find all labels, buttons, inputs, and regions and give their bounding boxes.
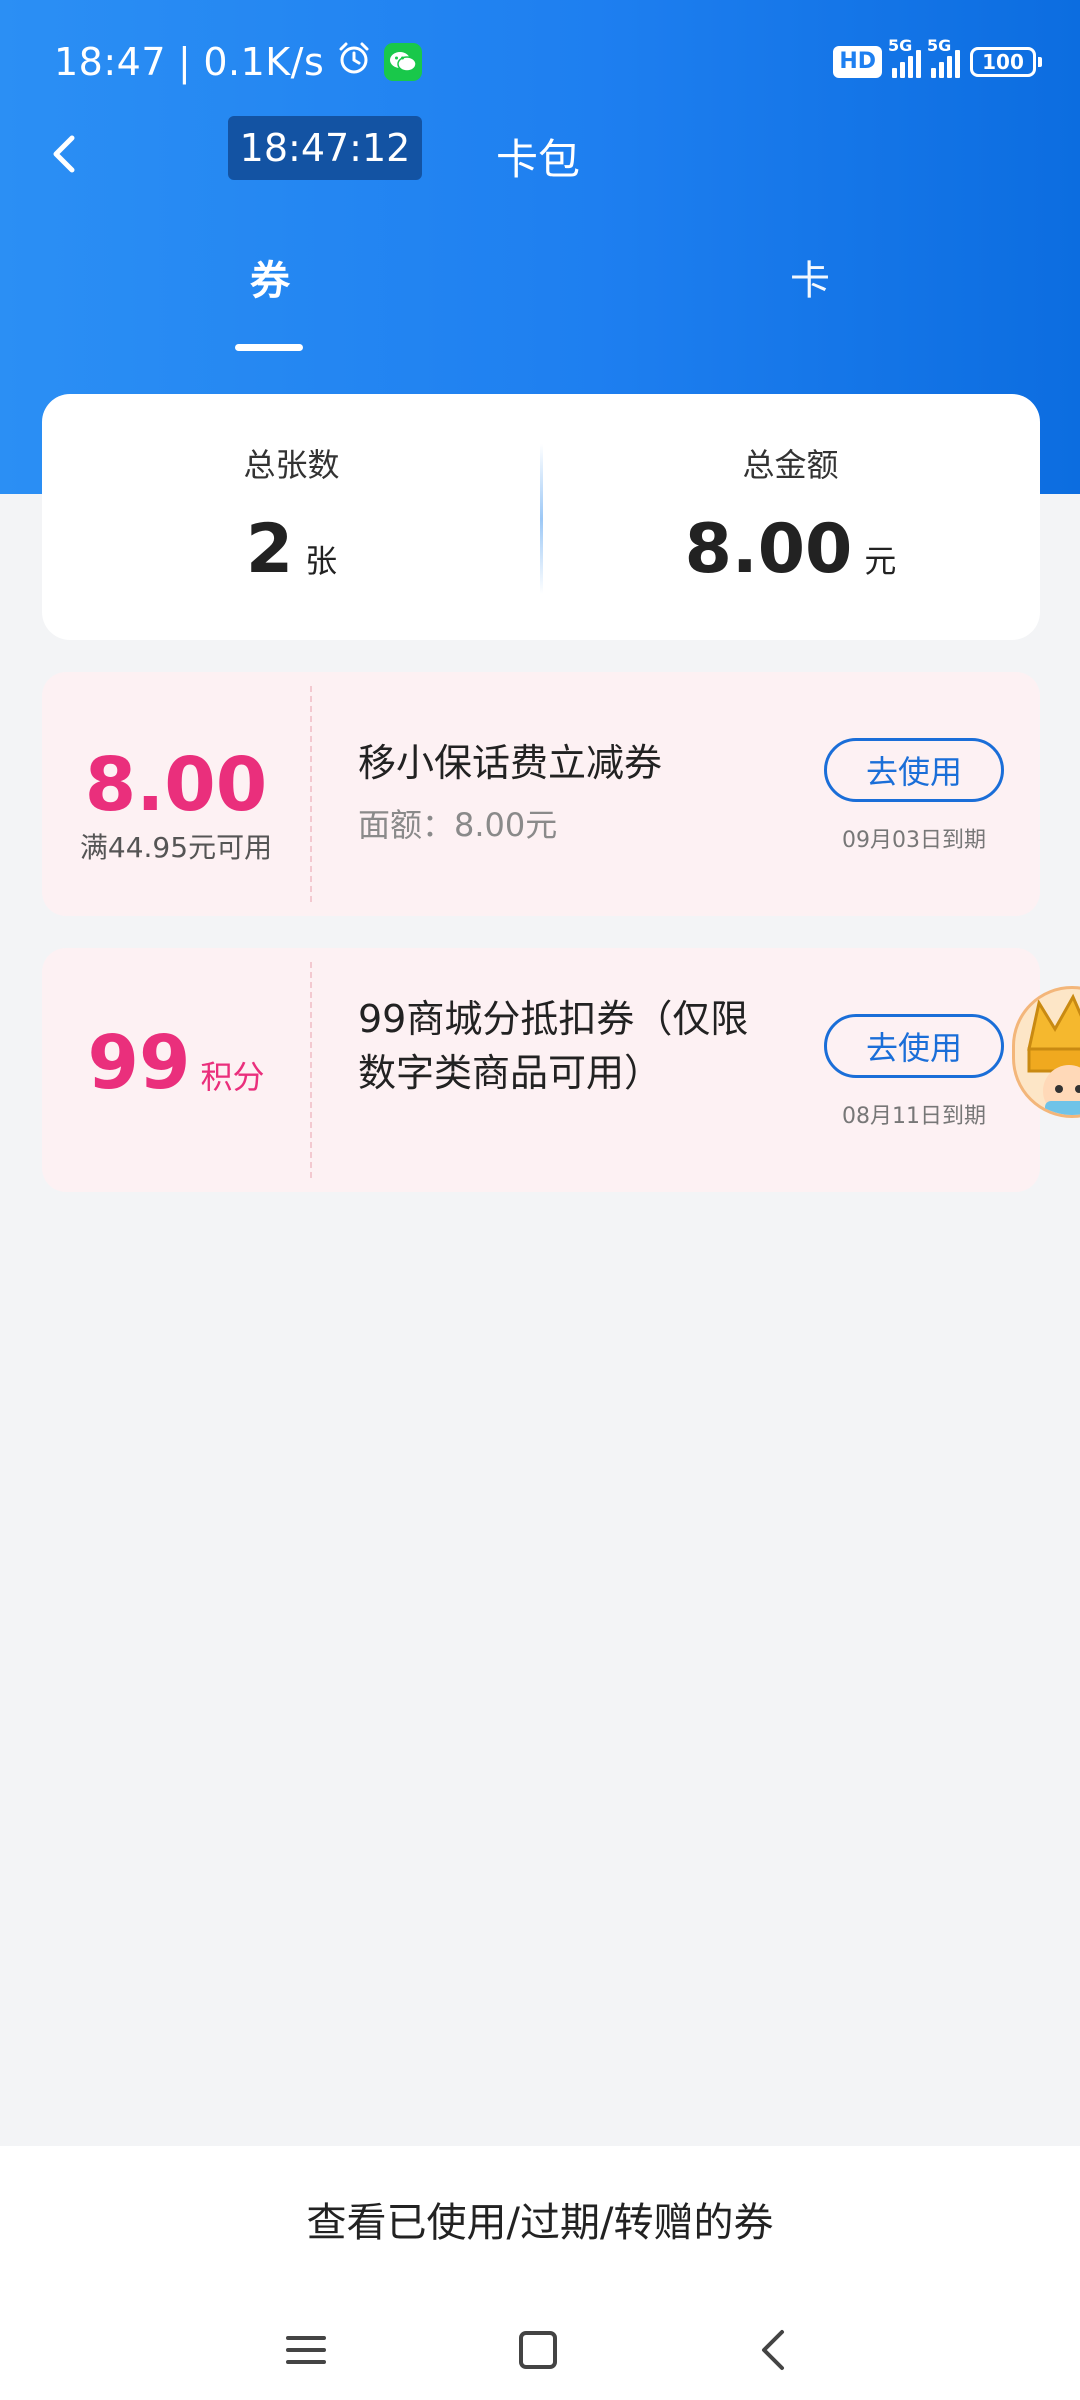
alarm-icon — [336, 40, 372, 85]
bottom-bar: 查看已使用/过期/转赠的券 — [0, 2146, 1080, 2400]
card-wallet-page: 18:47 | 0.1K/s HD 5G 5G 100 18:47:12 卡包 … — [0, 0, 1080, 2400]
network-speed: 0.1K/s — [203, 40, 325, 84]
wechat-icon — [384, 43, 423, 81]
system-back-button[interactable] — [744, 2320, 804, 2380]
summary-card: 总张数 2 张 总金额 8.00 元 — [42, 394, 1040, 640]
coupon-value-area: 99 积分 — [42, 948, 310, 1192]
chevron-left-icon — [762, 2330, 784, 2370]
page-title: 卡包 — [496, 135, 581, 184]
coupon-amount-unit: 积分 — [200, 1058, 265, 1096]
battery-icon: 100 — [970, 47, 1042, 77]
total-amount-label: 总金额 — [742, 446, 839, 484]
coupon-amount: 99 — [87, 1020, 191, 1106]
menu-icon — [286, 2336, 326, 2364]
system-navigation-bar — [0, 2306, 1080, 2386]
coupon-amount: 8.00 — [84, 742, 268, 828]
coupon-title: 移小保话费立减券 — [358, 741, 663, 785]
total-count: 总张数 2 张 — [42, 394, 541, 640]
status-bar: 18:47 | 0.1K/s HD 5G 5G 100 — [0, 0, 1080, 124]
status-right: HD 5G 5G 100 — [833, 36, 1042, 84]
coupon-face-value: 面额：8.00元 — [358, 806, 558, 844]
status-left: 18:47 | 0.1K/s — [54, 34, 423, 90]
coupon-separator — [310, 962, 312, 1178]
back-button[interactable] — [36, 124, 96, 184]
tab-bar: 券 卡 — [0, 248, 1080, 358]
total-count-label: 总张数 — [243, 446, 340, 484]
coupon-points-group: 99 积分 — [42, 1020, 310, 1106]
signal-icon-sim2: 5G — [927, 36, 960, 78]
recent-apps-button[interactable] — [276, 2320, 336, 2380]
tab-coupons[interactable]: 券 — [210, 248, 330, 358]
status-divider: | — [178, 40, 192, 84]
coupon-value-area: 8.00 满44.95元可用 — [42, 672, 310, 916]
sim2-network-label: 5G — [927, 36, 952, 55]
home-button[interactable] — [508, 2320, 568, 2380]
signal-icon-sim1: 5G — [888, 36, 921, 78]
time-chip: 18:47:12 — [228, 116, 422, 180]
status-time: 18:47 — [54, 40, 167, 84]
total-amount-unit: 元 — [864, 542, 897, 580]
use-coupon-button[interactable]: 去使用 — [824, 1014, 1004, 1078]
sim1-network-label: 5G — [888, 36, 913, 55]
tab-cards[interactable]: 卡 — [750, 248, 870, 358]
coupon-card[interactable]: 99 积分 99商城分抵扣券（仅限数字类商品可用） 去使用 08月11日到期 — [42, 948, 1040, 1192]
use-coupon-button[interactable]: 去使用 — [824, 738, 1004, 802]
coupon-expiry: 09月03日到期 — [842, 828, 986, 853]
view-history-link[interactable]: 查看已使用/过期/转赠的券 — [0, 2190, 1080, 2248]
total-amount-value: 8.00 — [684, 510, 853, 589]
coupon-title: 99商城分抵扣券（仅限数字类商品可用） — [358, 997, 749, 1095]
active-tab-indicator — [235, 344, 303, 351]
total-amount: 总金额 8.00 元 — [541, 394, 1040, 640]
total-count-value: 2 — [245, 510, 294, 589]
square-home-icon — [519, 2331, 557, 2369]
total-count-unit: 张 — [305, 542, 338, 580]
coupon-card[interactable]: 8.00 满44.95元可用 移小保话费立减券 面额：8.00元 去使用 09月… — [42, 672, 1040, 916]
nav-bar: 18:47:12 卡包 — [0, 110, 1080, 200]
coupon-separator — [310, 686, 312, 902]
coupon-condition: 满44.95元可用 — [79, 831, 273, 864]
total-count-value-group: 2 张 — [42, 510, 541, 589]
hd-badge: HD — [833, 46, 882, 78]
total-amount-value-group: 8.00 元 — [541, 510, 1040, 589]
chevron-left-icon — [53, 135, 75, 173]
coupon-expiry: 08月11日到期 — [842, 1104, 986, 1129]
